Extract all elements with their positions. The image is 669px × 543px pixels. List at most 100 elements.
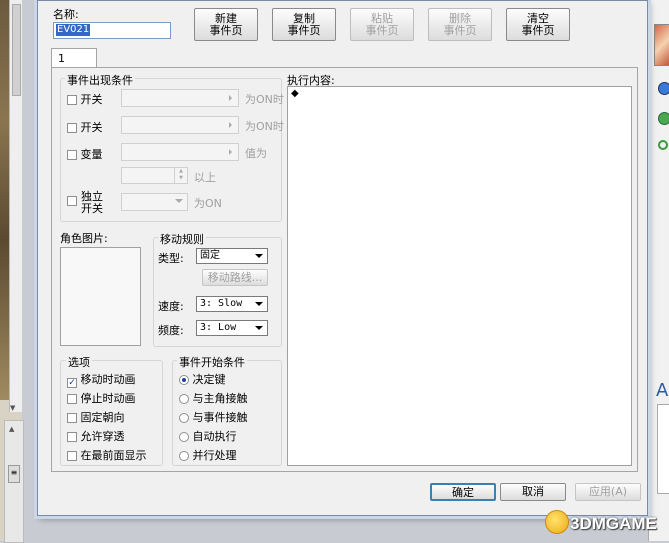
option-checkbox[interactable]: 允许穿透	[67, 428, 125, 444]
checkbox-icon[interactable]	[67, 413, 77, 423]
option-checkbox[interactable]: 停止时动画	[67, 390, 136, 406]
movement-title: 移动规则	[158, 231, 206, 247]
trigger-label: 与主角接触	[192, 392, 248, 405]
radio-icon[interactable]	[179, 375, 189, 385]
chevron-right-icon	[229, 95, 232, 101]
speed-select-value: 3: Slow	[200, 298, 243, 309]
self-switch-check-icon[interactable]	[67, 196, 77, 206]
clear-page-button[interactable]: 清空 事件页	[506, 8, 570, 41]
chevron-down-icon	[255, 254, 263, 258]
switch2-checkbox[interactable]: 开关	[67, 119, 103, 135]
switch2-check-icon[interactable]	[67, 123, 77, 133]
switch1-checkbox[interactable]: 开关	[67, 91, 103, 107]
speed-label: 速度:	[158, 300, 184, 313]
character-image-box[interactable]	[60, 247, 141, 346]
switch2-label: 开关	[80, 121, 103, 134]
trigger-radio[interactable]: 与主角接触	[179, 390, 248, 406]
scroll-grip-icon[interactable]: ≡	[8, 465, 20, 483]
scroll-down-icon[interactable]: ▼	[10, 404, 15, 412]
checkbox-icon[interactable]	[67, 451, 77, 461]
paste-page-button[interactable]: 粘贴 事件页	[350, 8, 414, 41]
type-select[interactable]: 固定	[196, 248, 268, 264]
image-label: 角色图片:	[60, 232, 108, 245]
trigger-label: 自动执行	[192, 430, 237, 443]
variable-label: 变量	[80, 148, 103, 161]
self-switch-select[interactable]	[121, 193, 188, 211]
frequency-select[interactable]: 3: Low	[196, 320, 268, 336]
option-label: 停止时动画	[80, 392, 136, 405]
copy-page-button[interactable]: 复制 事件页	[272, 8, 336, 41]
option-checkbox[interactable]: 固定朝向	[67, 409, 125, 425]
chevron-right-icon	[229, 122, 232, 128]
variable-checkbox[interactable]: 变量	[67, 146, 103, 162]
trigger-label: 决定键	[192, 373, 226, 386]
switch1-label: 开关	[80, 93, 103, 106]
checkbox-icon[interactable]	[67, 432, 77, 442]
right-panel-box	[657, 404, 669, 494]
trigger-radio[interactable]: 并行处理	[179, 447, 237, 463]
contents-item[interactable]: ◆	[291, 88, 299, 99]
radio-icon[interactable]	[179, 413, 189, 423]
info-icon[interactable]	[658, 82, 669, 95]
variable-value-spinner[interactable]: ▲ ▼	[121, 167, 188, 184]
new-page-button[interactable]: 新建 事件页	[194, 8, 258, 41]
variable-select[interactable]	[121, 143, 239, 161]
trigger-radio[interactable]: 自动执行	[179, 428, 237, 444]
trigger-title: 事件开始条件	[177, 354, 247, 370]
apply-button[interactable]: 应用(A)	[575, 483, 641, 501]
radio-icon[interactable]	[179, 432, 189, 442]
radio-icon[interactable]	[179, 394, 189, 404]
chevron-down-icon	[255, 302, 263, 306]
option-label: 固定朝向	[80, 411, 125, 424]
left-scrollbar[interactable]	[9, 0, 22, 412]
delete-page-button[interactable]: 删除 事件页	[428, 8, 492, 41]
map-thumbnail	[0, 0, 9, 400]
watermark-logo-icon	[545, 510, 569, 534]
name-label: 名称:	[53, 8, 79, 21]
self-switch-suffix: 为ON	[194, 197, 222, 210]
switch1-suffix: 为ON时	[245, 93, 284, 106]
type-select-value: 固定	[200, 250, 220, 261]
option-checkbox[interactable]: ✓ 移动时动画	[67, 371, 136, 388]
letter-a-icon: A	[656, 380, 669, 401]
watermark-text: 3DMGAME	[570, 514, 657, 533]
trigger-radio[interactable]: 与事件接触	[179, 409, 248, 425]
switch1-select[interactable]	[121, 89, 239, 107]
tab-page-1[interactable]: 1	[51, 48, 97, 68]
left-lower-scrollbar[interactable]: ▲ ≡	[4, 420, 24, 543]
option-label: 允许穿透	[80, 430, 125, 443]
trigger-label: 并行处理	[192, 449, 237, 462]
spinner-arrows-icon[interactable]: ▲ ▼	[174, 168, 187, 183]
switch1-check-icon[interactable]	[67, 95, 77, 105]
chevron-down-icon	[255, 326, 263, 330]
info-icon-blue[interactable]	[658, 112, 669, 125]
checkbox-icon[interactable]	[67, 394, 77, 404]
self-switch-label: 独立 开关	[81, 190, 103, 215]
variable-suffix: 值为	[245, 147, 267, 160]
event-editor-dialog: 名称: EV021 新建 事件页 复制 事件页 粘贴 事件页 删除 事件页 清空…	[37, 0, 648, 516]
frequency-label: 频度:	[158, 324, 184, 337]
refresh-icon[interactable]	[658, 140, 668, 150]
move-route-button[interactable]: 移动路线...	[202, 269, 268, 286]
scroll-up-icon[interactable]: ▲	[9, 425, 14, 433]
ok-button[interactable]: 确定	[430, 483, 496, 501]
option-checkbox[interactable]: 在最前面显示	[67, 447, 147, 463]
cancel-button[interactable]: 取消	[500, 483, 566, 501]
option-label: 移动时动画	[80, 373, 136, 386]
switch2-select[interactable]	[121, 116, 239, 134]
options-title: 选项	[66, 354, 92, 370]
trigger-radio[interactable]: 决定键	[179, 371, 226, 387]
trigger-label: 与事件接触	[192, 411, 248, 424]
left-scrollbar-thumb[interactable]	[12, 4, 21, 96]
character-portrait	[654, 24, 669, 66]
name-input-value: EV021	[56, 24, 91, 36]
radio-icon[interactable]	[179, 451, 189, 461]
name-input[interactable]: EV021	[53, 22, 171, 39]
variable-check-icon[interactable]	[67, 150, 77, 160]
contents-list[interactable]: ◆	[287, 86, 632, 466]
tab-page-1-label: 1	[58, 52, 65, 65]
switch2-suffix: 为ON时	[245, 120, 284, 133]
checkmark-icon[interactable]: ✓	[67, 378, 77, 388]
chevron-right-icon	[229, 149, 232, 155]
speed-select[interactable]: 3: Slow	[196, 296, 268, 312]
